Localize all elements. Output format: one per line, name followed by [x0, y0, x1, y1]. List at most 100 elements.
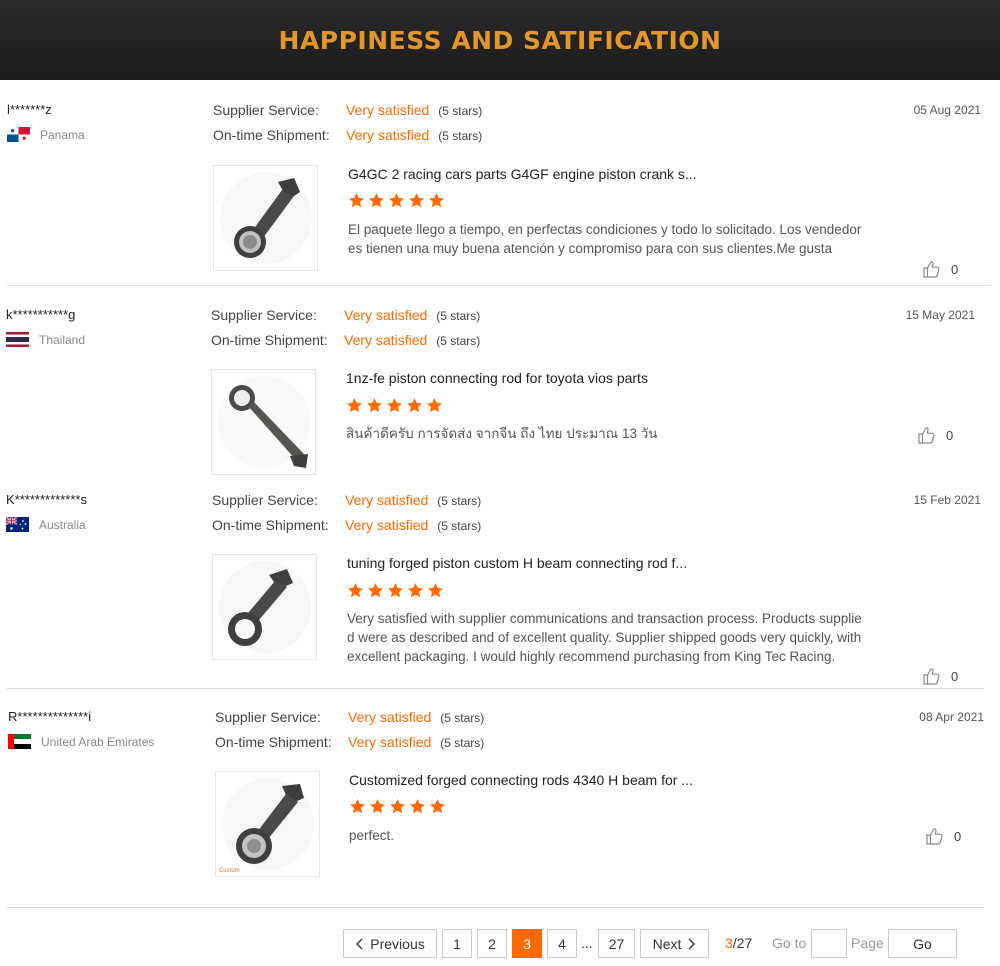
- like-count: 0: [946, 427, 954, 443]
- like-button[interactable]: 0: [917, 425, 953, 445]
- ontime-shipment-stars: (5 stars): [438, 129, 483, 143]
- pagination-ellipsis: ...: [581, 935, 593, 951]
- ontime-shipment-value: Very satisfied: [346, 127, 430, 143]
- star-icon: [368, 583, 383, 598]
- go-button[interactable]: Go: [888, 929, 957, 958]
- supplier-service-value: Very satisfied: [345, 492, 429, 508]
- goto-page-input[interactable]: [811, 929, 847, 958]
- rating-stars: [349, 798, 446, 815]
- ontime-shipment-label: On-time Shipment:: [213, 127, 330, 143]
- panama-flag-icon: [7, 127, 30, 142]
- supplier-service-rating: Supplier Service: Very satisfied (5 star…: [213, 102, 482, 118]
- supplier-service-stars: (5 stars): [436, 309, 481, 323]
- like-count: 0: [954, 828, 962, 844]
- like-count: 0: [951, 261, 959, 277]
- star-icon: [428, 583, 443, 598]
- product-thumbnail[interactable]: [213, 165, 318, 271]
- star-icon: [347, 398, 362, 413]
- star-icon: [429, 193, 444, 208]
- last-page-button[interactable]: 27: [598, 929, 635, 958]
- reviewer-country: Australia: [6, 517, 86, 532]
- supplier-service-stars: (5 stars): [440, 711, 485, 725]
- ontime-shipment-value: Very satisfied: [348, 734, 432, 750]
- supplier-service-rating: Supplier Service: Very satisfied (5 star…: [211, 307, 480, 323]
- star-icon: [409, 193, 424, 208]
- page-button[interactable]: 2: [477, 929, 507, 958]
- previous-page-button[interactable]: Previous: [343, 929, 437, 958]
- star-icon: [369, 193, 384, 208]
- ontime-shipment-stars: (5 stars): [440, 736, 485, 750]
- reviewer-name: l*******z: [7, 102, 52, 117]
- page-button[interactable]: 4: [547, 929, 577, 958]
- rating-stars: [348, 192, 445, 209]
- product-title-link[interactable]: G4GC 2 racing cars parts G4GF engine pis…: [348, 166, 697, 182]
- like-button[interactable]: 0: [925, 826, 961, 846]
- like-button[interactable]: 0: [922, 666, 958, 686]
- review-date: 15 May 2021: [905, 308, 975, 322]
- reviewer-name: K*************s: [6, 492, 87, 507]
- supplier-service-rating: Supplier Service: Very satisfied (5 star…: [212, 492, 481, 508]
- star-icon: [349, 193, 364, 208]
- star-icon: [407, 398, 422, 413]
- next-page-button[interactable]: Next: [640, 929, 709, 958]
- ontime-shipment-label: On-time Shipment:: [215, 734, 332, 750]
- page-button[interactable]: 1: [442, 929, 472, 958]
- star-icon: [388, 583, 403, 598]
- product-thumbnail[interactable]: [212, 554, 317, 660]
- review-comment: perfect.: [349, 828, 395, 843]
- product-thumbnail[interactable]: [211, 369, 316, 475]
- rating-stars: [346, 397, 443, 414]
- page-indicator: 3/27: [725, 935, 753, 951]
- connecting-rod-image: [218, 561, 311, 653]
- country-name: Thailand: [39, 332, 86, 347]
- product-thumbnail[interactable]: Custom: [215, 771, 320, 877]
- star-icon: [410, 799, 425, 814]
- ontime-shipment-value: Very satisfied: [345, 517, 429, 533]
- product-title-link[interactable]: tuning forged piston custom H beam conne…: [347, 555, 687, 571]
- star-icon: [348, 583, 363, 598]
- reviewer-country: United Arab Emirates: [8, 734, 154, 749]
- page-label: Page: [851, 935, 884, 951]
- ontime-shipment-rating: On-time Shipment: Very satisfied (5 star…: [212, 517, 481, 533]
- supplier-service-rating: Supplier Service: Very satisfied (5 star…: [215, 709, 484, 725]
- review-comment: El paquete llego a tiempo, en perfectas …: [348, 222, 862, 256]
- ontime-shipment-value: Very satisfied: [344, 332, 428, 348]
- reviewer-name: k***********g: [6, 307, 76, 322]
- ontime-shipment-rating: On-time Shipment: Very satisfied (5 star…: [213, 127, 482, 143]
- thumbs-up-icon: [923, 668, 940, 685]
- supplier-service-label: Supplier Service:: [213, 102, 319, 118]
- review-divider: [7, 688, 984, 689]
- review-date: 15 Feb 2021: [913, 493, 981, 507]
- uae-flag-icon: [8, 734, 31, 749]
- pagination: Previous 1 2 3 4 ... 27 Next 3/27 Go to …: [0, 929, 1000, 959]
- supplier-service-label: Supplier Service:: [212, 492, 318, 508]
- ontime-shipment-label: On-time Shipment:: [211, 332, 328, 348]
- reviewer-country: Panama: [7, 127, 85, 142]
- star-icon: [430, 799, 445, 814]
- like-button[interactable]: 0: [922, 259, 958, 279]
- like-count: 0: [951, 668, 959, 684]
- product-title-link[interactable]: 1nz-fe piston connecting rod for toyota …: [346, 370, 648, 386]
- header-banner: HAPPINESS AND SATIFICATION: [0, 0, 1000, 80]
- ontime-shipment-label: On-time Shipment:: [212, 517, 329, 533]
- goto-label: Go to: [772, 935, 807, 951]
- supplier-service-label: Supplier Service:: [215, 709, 321, 725]
- review-comment: Very satisfied with supplier communicati…: [347, 611, 862, 664]
- thumbs-up-icon: [923, 261, 940, 278]
- supplier-service-value: Very satisfied: [344, 307, 428, 323]
- country-name: Panama: [40, 127, 85, 142]
- review-comment: สินค้าดีครับ การจัดส่ง จากจีน ถึง ไทย ปร…: [346, 426, 658, 441]
- thumbnail-caption: Custom: [219, 868, 240, 874]
- star-icon: [350, 799, 365, 814]
- australia-flag-icon: [6, 517, 29, 532]
- ontime-shipment-rating: On-time Shipment: Very satisfied (5 star…: [215, 734, 484, 750]
- connecting-rod-image: [219, 172, 312, 264]
- banner-title: HAPPINESS AND SATIFICATION: [278, 25, 722, 55]
- review-divider: [7, 907, 984, 908]
- product-title-link[interactable]: Customized forged connecting rods 4340 H…: [349, 772, 693, 788]
- review-divider: [7, 285, 991, 286]
- reviewer-name: R**************i: [8, 709, 92, 724]
- current-page-button[interactable]: 3: [512, 929, 542, 958]
- star-icon: [408, 583, 423, 598]
- chevron-left-icon: [356, 938, 363, 949]
